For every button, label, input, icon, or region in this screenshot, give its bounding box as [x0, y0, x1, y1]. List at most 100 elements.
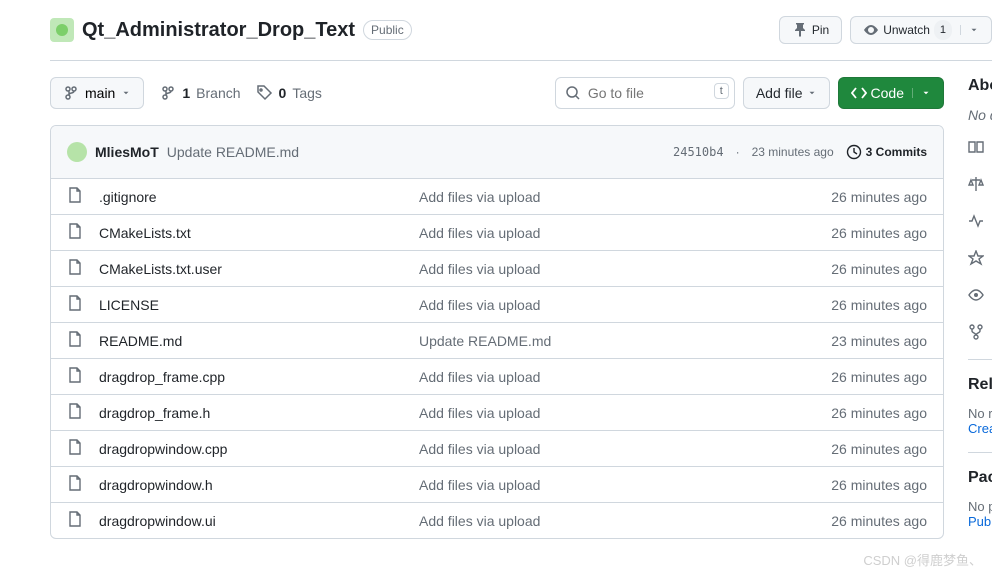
commit-sha[interactable]: 24510b4 [673, 145, 724, 159]
watch-icon[interactable] [968, 287, 992, 306]
pin-button[interactable]: Pin [779, 16, 842, 44]
file-row: .gitignore Add files via upload 26 minut… [51, 179, 943, 215]
file-time: 26 minutes ago [831, 297, 927, 313]
fork-icon[interactable] [968, 324, 992, 343]
code-caret-icon [912, 88, 931, 98]
file-name[interactable]: dragdrop_frame.h [99, 405, 419, 421]
file-icon [67, 403, 83, 422]
repo-avatar-icon [54, 22, 70, 38]
repo-title-group: Qt_Administrator_Drop_Text Public [50, 18, 412, 42]
file-time: 26 minutes ago [831, 189, 927, 205]
unwatch-button[interactable]: Unwatch 1 [850, 16, 992, 44]
author-name[interactable]: MliesMoT [95, 144, 159, 160]
publish-link[interactable]: Publish your first package [968, 514, 992, 529]
file-name[interactable]: dragdropwindow.ui [99, 513, 419, 529]
file-name[interactable]: .gitignore [99, 189, 419, 205]
file-row: dragdropwindow.h Add files via upload 26… [51, 467, 943, 503]
commit-time: 23 minutes ago [752, 145, 834, 159]
file-row: README.md Update README.md 23 minutes ag… [51, 323, 943, 359]
branches-link[interactable]: 1 Branch [160, 85, 240, 101]
add-file-label: Add file [756, 83, 803, 103]
history-icon [846, 144, 862, 160]
activity-icon[interactable] [968, 213, 992, 232]
file-name[interactable]: dragdropwindow.h [99, 477, 419, 493]
file-list-box: MliesMoT Update README.md 24510b4 · 23 m… [50, 125, 944, 539]
tags-link[interactable]: 0 Tags [257, 85, 322, 101]
caret-down-icon [121, 88, 131, 98]
no-releases: No releases published [968, 406, 992, 421]
file-time: 26 minutes ago [831, 513, 927, 529]
file-name[interactable]: LICENSE [99, 297, 419, 313]
branch-select-button[interactable]: main [50, 77, 144, 109]
file-commit-message[interactable]: Add files via upload [419, 513, 831, 529]
file-toolbar: main 1 Branch 0 Tags [50, 77, 944, 109]
file-search-input[interactable] [555, 77, 735, 109]
file-icon [67, 511, 83, 530]
file-commit-message[interactable]: Add files via upload [419, 477, 831, 493]
code-button[interactable]: Code [838, 77, 944, 109]
no-packages: No packages published [968, 499, 992, 514]
search-icon [565, 85, 581, 104]
visibility-badge: Public [363, 20, 412, 40]
readme-icon[interactable] [968, 139, 992, 158]
header-actions: Pin Unwatch 1 [779, 16, 992, 44]
file-row: dragdrop_frame.cpp Add files via upload … [51, 359, 943, 395]
file-icon [67, 475, 83, 494]
commits-link[interactable]: 3 Commits [846, 144, 927, 160]
branches-label: Branch [196, 85, 240, 101]
no-description: No description, website, or topics provi… [968, 107, 992, 123]
packages-heading: Packages [968, 469, 992, 487]
file-commit-message[interactable]: Add files via upload [419, 369, 831, 385]
file-name[interactable]: CMakeLists.txt [99, 225, 419, 241]
code-label: Code [871, 83, 904, 103]
caret-down-icon [807, 88, 817, 98]
file-commit-message[interactable]: Update README.md [419, 333, 831, 349]
file-commit-message[interactable]: Add files via upload [419, 225, 831, 241]
code-icon [851, 85, 867, 101]
unwatch-label: Unwatch [883, 20, 930, 40]
file-icon [67, 295, 83, 314]
file-row: dragdropwindow.cpp Add files via upload … [51, 431, 943, 467]
search-kbd: t [714, 83, 729, 99]
tags-label: Tags [292, 85, 322, 101]
file-icon [67, 187, 83, 206]
file-row: dragdropwindow.ui Add files via upload 2… [51, 503, 943, 538]
eye-icon [863, 22, 879, 38]
tag-icon [257, 85, 273, 101]
file-icon [67, 367, 83, 386]
file-row: LICENSE Add files via upload 26 minutes … [51, 287, 943, 323]
latest-commit-row: MliesMoT Update README.md 24510b4 · 23 m… [51, 126, 943, 179]
repo-name[interactable]: Qt_Administrator_Drop_Text [82, 19, 355, 42]
file-name[interactable]: dragdropwindow.cpp [99, 441, 419, 457]
author-avatar[interactable] [67, 142, 87, 162]
file-name[interactable]: README.md [99, 333, 419, 349]
star-icon[interactable] [968, 250, 992, 269]
branch-icon [63, 85, 79, 101]
file-icon [67, 331, 83, 350]
file-commit-message[interactable]: Add files via upload [419, 261, 831, 277]
create-release-link[interactable]: Create a new release [968, 421, 992, 436]
latest-commit-message[interactable]: Update README.md [167, 144, 299, 160]
pin-icon [792, 22, 808, 38]
tags-count: 0 [279, 85, 287, 101]
file-time: 26 minutes ago [831, 477, 927, 493]
file-time: 23 minutes ago [831, 333, 927, 349]
add-file-button[interactable]: Add file [743, 77, 830, 109]
file-time: 26 minutes ago [831, 225, 927, 241]
file-icon [67, 223, 83, 242]
file-row: CMakeLists.txt.user Add files via upload… [51, 251, 943, 287]
file-row: dragdrop_frame.h Add files via upload 26… [51, 395, 943, 431]
unwatch-caret-icon [960, 25, 979, 35]
file-commit-message[interactable]: Add files via upload [419, 405, 831, 421]
license-icon[interactable] [968, 176, 992, 195]
file-commit-message[interactable]: Add files via upload [419, 441, 831, 457]
file-name[interactable]: dragdrop_frame.cpp [99, 369, 419, 385]
file-search: t [555, 77, 735, 109]
file-commit-message[interactable]: Add files via upload [419, 189, 831, 205]
file-list: .gitignore Add files via upload 26 minut… [51, 179, 943, 538]
releases-heading: Releases [968, 376, 992, 394]
file-time: 26 minutes ago [831, 369, 927, 385]
file-name[interactable]: CMakeLists.txt.user [99, 261, 419, 277]
file-commit-message[interactable]: Add files via upload [419, 297, 831, 313]
about-heading: About [968, 77, 992, 95]
